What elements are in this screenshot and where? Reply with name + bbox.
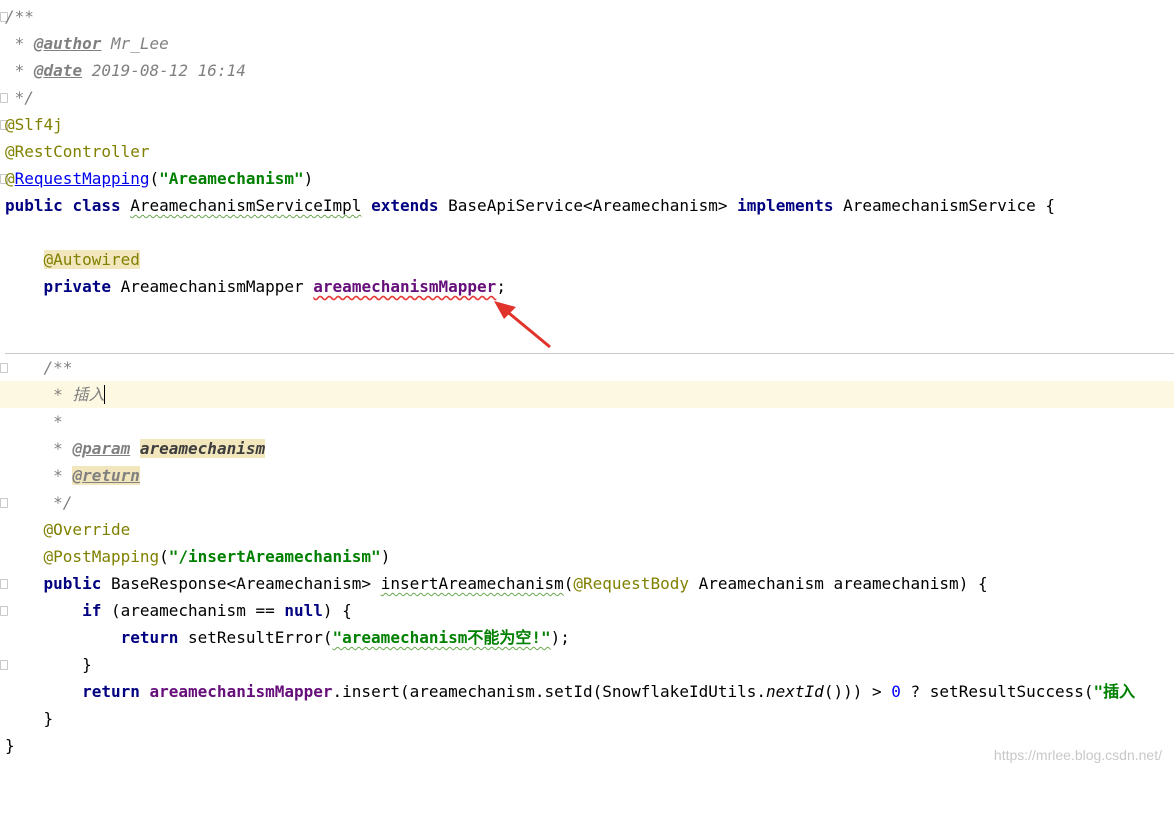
code-line: * @return	[43, 466, 140, 485]
watermark: https://mrlee.blog.csdn.net/	[993, 747, 1162, 763]
error-message-string: "areamechanism不能为空!"	[332, 628, 551, 647]
method-name: insertAreamechanism	[380, 574, 564, 593]
code-line: public BaseResponse<Areamechanism> inser…	[0, 570, 1174, 597]
annotation-autowired: @Autowired	[43, 250, 140, 269]
code-line: */	[0, 84, 1174, 111]
code-editor[interactable]: /** * @author Mr_Lee * @date 2019-08-12 …	[0, 0, 1174, 771]
code-line: public class AreamechanismServiceImpl ex…	[5, 196, 1056, 215]
code-line: @Slf4j	[0, 111, 1174, 138]
doc-date-tag: @date	[33, 61, 83, 80]
annotation-postmapping: @PostMapping	[43, 547, 160, 566]
code-line: if (areamechanism == null) {	[0, 597, 1174, 624]
doc-param-tag: @param	[72, 439, 131, 458]
annotation-requestbody: @RequestBody	[573, 574, 689, 593]
annotation-restcontroller: @RestController	[5, 142, 150, 161]
annotation-override: @Override	[43, 520, 131, 539]
code-line: * @param areamechanism	[43, 439, 266, 458]
class-name: AreamechanismServiceImpl	[130, 196, 362, 215]
code-line: @Autowired	[0, 246, 1174, 273]
code-line: return setResultError("areamechanism不能为空…	[120, 628, 570, 647]
code-line: /**	[0, 354, 1174, 381]
annotation-slf4j: @Slf4j	[5, 115, 63, 134]
code-line: * @date 2019-08-12 16:14	[5, 61, 246, 80]
code-line: }	[0, 651, 1174, 678]
postmapping-value: "/insertAreamechanism"	[168, 547, 381, 566]
red-arrow-icon	[494, 301, 551, 349]
code-line: }	[43, 709, 54, 728]
doc-return-tag: @return	[72, 466, 140, 485]
field-areamechanism-mapper: areamechanismMapper	[313, 277, 497, 296]
code-line: return areamechanismMapper.insert(areame…	[82, 682, 1136, 701]
code-line: * @author Mr_Lee	[5, 34, 169, 53]
code-line: private AreamechanismMapper areamechanis…	[43, 277, 506, 296]
requestmapping-link[interactable]: RequestMapping	[15, 169, 150, 188]
code-line: @PostMapping("/insertAreamechanism")	[43, 547, 391, 566]
code-line: @RestController	[0, 138, 1174, 165]
code-line: @RequestMapping("Areamechanism")	[0, 165, 1174, 192]
code-line: /**	[0, 3, 1174, 30]
doc-author-tag: @author	[33, 34, 102, 53]
text-caret	[104, 385, 106, 404]
code-line: *	[43, 412, 63, 431]
requestmapping-value: "Areamechanism"	[159, 169, 304, 188]
code-line: */	[0, 489, 1174, 516]
doc-param-name: areamechanism	[139, 439, 266, 458]
code-line: @Override	[0, 516, 1174, 543]
current-line: * 插入	[0, 381, 1174, 408]
